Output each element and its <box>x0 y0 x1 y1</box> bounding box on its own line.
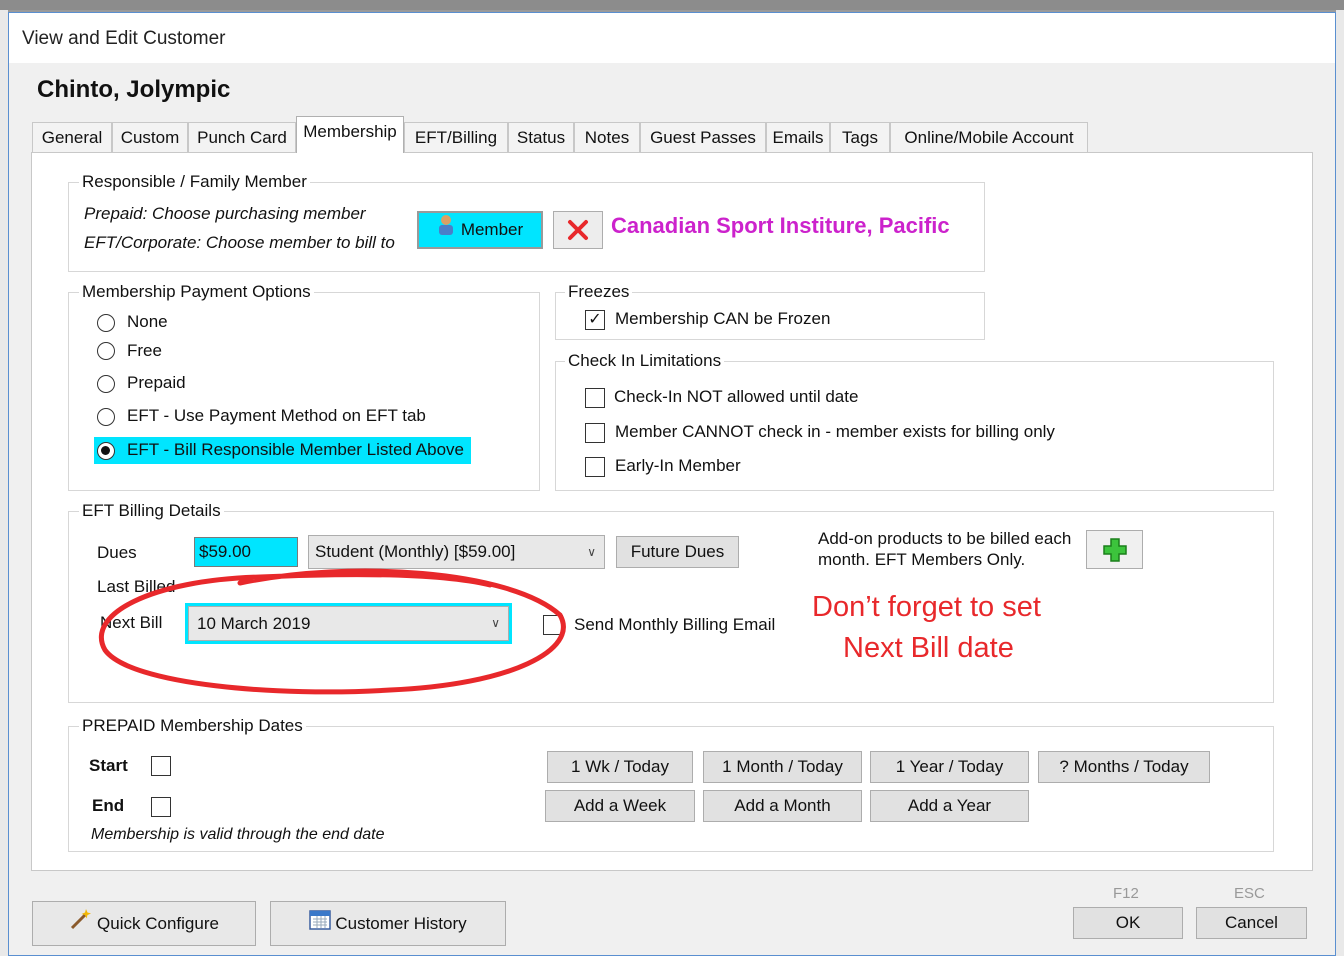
ok-shortcut-hint: F12 <box>1113 885 1139 902</box>
annotation-circle <box>98 568 566 695</box>
early-in-checkbox[interactable] <box>585 457 605 477</box>
one-month-today-button[interactable]: 1 Month / Today <box>703 751 862 783</box>
add-month-button[interactable]: Add a Month <box>703 790 862 822</box>
ok-button[interactable]: OK <box>1073 907 1183 939</box>
eft-billing-label: EFT Billing Details <box>79 501 224 521</box>
quick-configure-button[interactable]: Quick Configure <box>32 901 256 946</box>
can-freeze-checkbox[interactable]: ✓ <box>585 310 605 330</box>
tab-general[interactable]: General <box>32 122 112 152</box>
addon-text-line1: Add-on products to be billed each <box>818 529 1072 548</box>
responsible-hint-prepaid: Prepaid: Choose purchasing member <box>84 204 366 223</box>
start-label: Start <box>89 756 128 775</box>
radio-none[interactable] <box>97 314 115 332</box>
member-button-label: Member <box>460 220 524 239</box>
annotation-text-line2: Next Bill date <box>843 632 1014 664</box>
radio-prepaid-label: Prepaid <box>127 373 186 392</box>
tab-emails[interactable]: Emails <box>766 122 830 152</box>
member-icon <box>437 214 455 248</box>
clear-member-button[interactable] <box>553 211 603 249</box>
tab-punch-card[interactable]: Punch Card <box>188 122 296 152</box>
window-title: View and Edit Customer <box>22 28 226 49</box>
start-checkbox[interactable] <box>151 756 171 776</box>
add-week-button[interactable]: Add a Week <box>545 790 695 822</box>
add-year-button[interactable]: Add a Year <box>870 790 1029 822</box>
customer-history-label: Customer History <box>335 914 467 933</box>
months-today-button[interactable]: ? Months / Today <box>1038 751 1210 783</box>
calendar-icon <box>309 903 332 946</box>
customer-history-button[interactable]: Customer History <box>270 901 506 946</box>
checkin-label: Check In Limitations <box>565 351 725 371</box>
plus-icon <box>1102 537 1128 568</box>
tab-membership[interactable]: Membership <box>296 116 404 153</box>
desktop-background-strip <box>0 0 1344 10</box>
tab-notes[interactable]: Notes <box>574 122 640 152</box>
tab-tags[interactable]: Tags <box>830 122 890 152</box>
close-icon <box>566 218 590 247</box>
one-week-today-button[interactable]: 1 Wk / Today <box>547 751 693 783</box>
checkin-not-allowed-label: Check-In NOT allowed until date <box>614 387 859 406</box>
radio-eft-bill-responsible-label: EFT - Bill Responsible Member Listed Abo… <box>127 440 465 459</box>
tab-guest-passes[interactable]: Guest Passes <box>640 122 766 152</box>
billing-only-label: Member CANNOT check in - member exists f… <box>615 422 1055 441</box>
wand-icon <box>69 903 93 946</box>
background-window-edge-right <box>1336 10 1344 956</box>
one-year-today-button[interactable]: 1 Year / Today <box>870 751 1029 783</box>
radio-eft-payment-method-label: EFT - Use Payment Method on EFT tab <box>127 406 426 425</box>
prepaid-label: PREPAID Membership Dates <box>79 716 306 736</box>
radio-free-label: Free <box>127 341 162 360</box>
responsible-member-name: Canadian Sport Institure, Pacific <box>611 213 950 238</box>
early-in-label: Early-In Member <box>615 456 741 475</box>
tab-online-mobile-account[interactable]: Online/Mobile Account <box>890 122 1088 152</box>
radio-eft-payment-method[interactable] <box>97 408 115 426</box>
payment-options-label: Membership Payment Options <box>79 282 314 302</box>
radio-eft-bill-responsible[interactable] <box>97 442 115 460</box>
customer-name: Chinto, Jolympic <box>37 76 231 103</box>
cancel-button[interactable]: Cancel <box>1196 907 1307 939</box>
future-dues-button[interactable]: Future Dues <box>616 536 739 568</box>
background-window-edge-left <box>0 10 8 956</box>
chevron-down-icon: ∨ <box>587 545 596 559</box>
addon-text-line2: month. EFT Members Only. <box>818 550 1026 569</box>
annotation-text-line1: Don’t forget to set <box>812 591 1041 623</box>
tab-custom[interactable]: Custom <box>112 122 188 152</box>
cancel-shortcut-hint: ESC <box>1234 885 1265 902</box>
member-button[interactable]: Member <box>417 211 543 249</box>
responsible-group-label: Responsible / Family Member <box>79 172 310 192</box>
can-freeze-label: Membership CAN be Frozen <box>615 309 831 328</box>
quick-configure-label: Quick Configure <box>97 914 219 933</box>
radio-free[interactable] <box>97 342 115 360</box>
billing-only-checkbox[interactable] <box>585 423 605 443</box>
send-billing-email-label: Send Monthly Billing Email <box>574 615 776 634</box>
end-label: End <box>92 796 125 815</box>
end-checkbox[interactable] <box>151 797 171 817</box>
checkin-not-allowed-checkbox[interactable] <box>585 388 605 408</box>
radio-none-label: None <box>127 312 168 331</box>
tab-eft-billing[interactable]: EFT/Billing <box>404 122 508 152</box>
freezes-label: Freezes <box>565 282 633 302</box>
radio-prepaid[interactable] <box>97 375 115 393</box>
tab-status[interactable]: Status <box>508 122 574 152</box>
prepaid-note: Membership is valid through the end date <box>91 826 385 843</box>
responsible-hint-eft: EFT/Corporate: Choose member to bill to <box>84 233 395 252</box>
add-addon-button[interactable] <box>1086 530 1143 569</box>
